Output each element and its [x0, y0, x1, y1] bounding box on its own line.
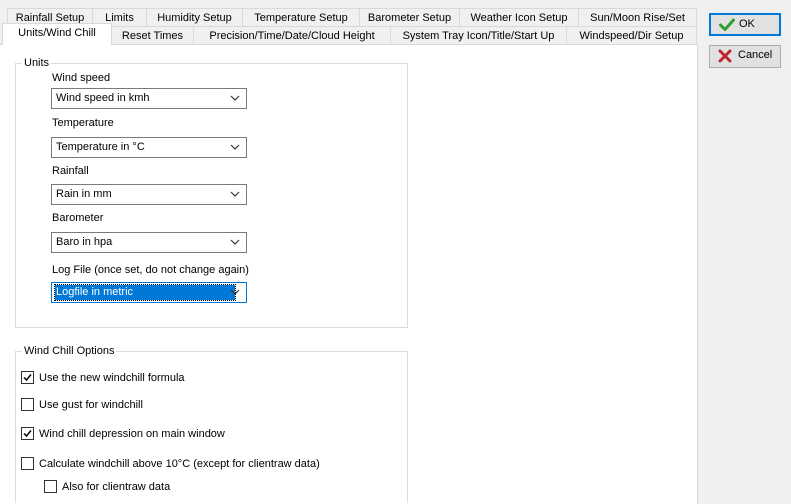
tab-precision-time-date[interactable]: Precision/Time/Date/Cloud Height	[193, 26, 391, 45]
log-file-select[interactable]: Logfile in metric	[51, 282, 247, 303]
tab-temperature-setup[interactable]: Temperature Setup	[242, 8, 360, 27]
temperature-label: Temperature	[52, 117, 114, 129]
chevron-down-icon	[230, 95, 240, 101]
checkbox-box	[21, 398, 34, 411]
wind-chill-group-title: Wind Chill Options	[22, 344, 117, 358]
barometer-select[interactable]: Baro in hpa	[51, 232, 247, 253]
rainfall-select[interactable]: Rain in mm	[51, 184, 247, 205]
wind-speed-select[interactable]: Wind speed in kmh	[51, 88, 247, 109]
tab-system-tray-icon[interactable]: System Tray Icon/Title/Start Up	[390, 26, 567, 45]
ok-button[interactable]: OK	[709, 13, 781, 36]
tab-sun-moon-rise-set[interactable]: Sun/Moon Rise/Set	[578, 8, 697, 27]
tab-windspeed-dir-setup[interactable]: Windspeed/Dir Setup	[566, 26, 697, 45]
checkmark-icon	[23, 374, 32, 382]
ok-button-label: OK	[739, 18, 755, 30]
temperature-select[interactable]: Temperature in °C	[51, 137, 247, 158]
checkbox-box	[21, 427, 34, 440]
log-file-label: Log File (once set, do not change again)	[52, 264, 249, 276]
windchill-depression-label: Wind chill depression on main window	[39, 428, 225, 440]
checkbox-box	[21, 371, 34, 384]
tab-units-wind-chill[interactable]: Units/Wind Chill	[2, 23, 112, 45]
wind-speed-value: Wind speed in kmh	[56, 92, 150, 104]
units-group-title: Units	[22, 56, 52, 70]
chevron-down-icon	[230, 144, 240, 150]
chevron-down-icon	[230, 289, 240, 295]
check-icon	[719, 18, 735, 31]
tab-weather-icon-setup[interactable]: Weather Icon Setup	[459, 8, 579, 27]
tab-reset-times[interactable]: Reset Times	[111, 26, 194, 45]
checkmark-icon	[23, 430, 32, 438]
new-windchill-formula-label: Use the new windchill formula	[39, 372, 185, 384]
x-icon	[718, 49, 732, 63]
cancel-button[interactable]: Cancel	[709, 45, 781, 68]
tab-barometer-setup[interactable]: Barometer Setup	[359, 8, 460, 27]
clientraw-label: Also for clientraw data	[62, 481, 171, 493]
checkbox-box	[44, 480, 57, 493]
cancel-button-label: Cancel	[738, 49, 773, 61]
use-gust-label: Use gust for windchill	[39, 399, 143, 411]
tab-humidity-setup[interactable]: Humidity Setup	[146, 8, 243, 27]
barometer-value: Baro in hpa	[56, 236, 113, 248]
barometer-label: Barometer	[52, 212, 104, 224]
chevron-down-icon	[230, 239, 240, 245]
chevron-down-icon	[230, 191, 240, 197]
checkbox-box	[21, 457, 34, 470]
rainfall-label: Rainfall	[52, 165, 89, 177]
wind-speed-label: Wind speed	[52, 72, 111, 84]
rainfall-value: Rain in mm	[56, 188, 112, 200]
temperature-value: Temperature in °C	[56, 141, 145, 153]
windchill-above-10-label: Calculate windchill above 10°C (except f…	[39, 458, 320, 470]
log-file-value: Logfile in metric	[54, 284, 236, 301]
